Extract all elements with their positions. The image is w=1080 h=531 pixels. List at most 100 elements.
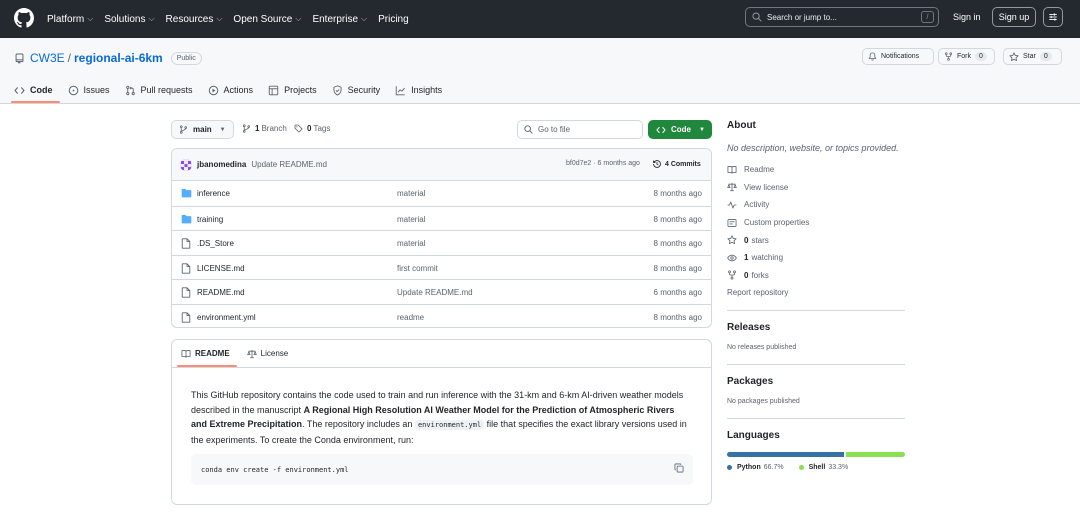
tab-label: Actions [223, 85, 254, 95]
nav-resources[interactable]: Resources ⌵ [166, 14, 223, 25]
nav-label: Open Source [233, 13, 293, 25]
readme-link[interactable]: Readme [727, 161, 905, 179]
github-logo-icon[interactable] [14, 8, 34, 28]
star-button[interactable]: Star 0 [1003, 48, 1062, 65]
identicon-icon [180, 158, 192, 171]
forks-link[interactable]: 0 forks [727, 267, 905, 285]
file-commit-message-link[interactable]: Update README.md [397, 288, 473, 297]
notifications-button[interactable]: Notifications [862, 48, 934, 65]
repo-sidebar: About No description, website, or topics… [727, 120, 905, 471]
fork-button[interactable]: Fork 0 [938, 48, 995, 65]
tab-license[interactable]: License [246, 349, 289, 359]
graph-icon [395, 85, 406, 95]
file-name-link[interactable]: .DS_Store [197, 239, 234, 248]
global-search-input[interactable]: Search or jump to... / [745, 7, 939, 27]
tab-issues[interactable]: Issues [68, 85, 110, 96]
branches-link[interactable]: 1 Branch [242, 124, 287, 133]
file-commit-message-link[interactable]: material [397, 215, 425, 224]
readme-text: . The repository includes an [302, 419, 415, 430]
releases-heading[interactable]: Releases [727, 322, 905, 333]
code-icon [14, 86, 25, 94]
file-icon [181, 238, 191, 249]
file-commit-message-link[interactable]: material [397, 189, 425, 198]
file-row[interactable]: LICENSE.md first commit 8 months ago [172, 254, 711, 280]
file-row[interactable]: training material 8 months ago [172, 205, 711, 231]
file-age: 8 months ago [653, 239, 702, 249]
file-row[interactable]: inference material 8 months ago [172, 181, 711, 206]
commit-sha-time[interactable]: bf0d7e2 · 6 months ago [566, 160, 640, 167]
code-dropdown-button[interactable]: Code ▼ [648, 120, 712, 139]
star-count: 0 [1039, 52, 1052, 61]
star-icon [1009, 51, 1019, 61]
tab-projects[interactable]: Projects [268, 85, 317, 96]
appearance-settings-button[interactable] [1043, 7, 1063, 27]
code-block: conda env create -f environment.yml [191, 454, 693, 485]
readme-tabs: README License [172, 340, 711, 368]
file-row[interactable]: .DS_Store material 8 months ago [172, 230, 711, 255]
tab-label: Insights [411, 85, 443, 95]
tab-actions[interactable]: Actions [208, 85, 254, 96]
language-bar-segment [846, 451, 905, 457]
tag-label: Tags [313, 124, 331, 133]
commits-history-link[interactable]: 4 Commits [652, 159, 701, 169]
file-browser: jbanomedina Update README.md bf0d7e2 · 6… [171, 148, 712, 328]
tab-label: Pull requests [140, 85, 193, 95]
file-commit-message-link[interactable]: readme [397, 313, 424, 322]
file-name-link[interactable]: training [197, 215, 223, 224]
law-icon [727, 183, 737, 192]
file-name-link[interactable]: README.md [197, 288, 245, 297]
stars-link[interactable]: 0 stars [727, 231, 905, 249]
nav-solutions[interactable]: Solutions ⌵ [104, 14, 154, 25]
file-list: inference material 8 months ago training mat… [172, 181, 711, 327]
issue-icon [68, 85, 78, 95]
file-commit-message-link[interactable]: material [397, 239, 425, 248]
file-row[interactable]: README.md Update README.md 6 months ago [172, 279, 711, 304]
nav-pricing[interactable]: Pricing [378, 14, 409, 25]
tags-link[interactable]: 0 Tags [294, 124, 330, 133]
sign-in-link[interactable]: Sign in [953, 12, 981, 22]
repo-owner-link[interactable]: CW3E [30, 51, 65, 65]
file-name-link[interactable]: inference [197, 189, 230, 198]
nav-open-source[interactable]: Open Source ⌵ [233, 14, 301, 25]
pull-request-icon [125, 85, 135, 95]
fork-icon [728, 270, 736, 280]
report-repository-link[interactable]: Report repository [727, 284, 905, 302]
license-link[interactable]: View license [727, 179, 905, 197]
file-name-link[interactable]: LICENSE.md [197, 264, 245, 273]
tab-code[interactable]: Code [14, 85, 53, 96]
nav-label: Resources [165, 13, 214, 25]
tab-readme[interactable]: README [181, 349, 230, 359]
sliders-icon [1049, 13, 1057, 21]
tab-insights[interactable]: Insights [395, 85, 442, 96]
nav-platform[interactable]: Platform ⌵ [47, 14, 93, 25]
packages-heading[interactable]: Packages [727, 376, 905, 387]
file-commit-message-link[interactable]: first commit [397, 264, 438, 273]
commit-author-link[interactable]: jbanomedina [197, 160, 246, 169]
tag-icon [294, 124, 303, 133]
avatar[interactable] [180, 158, 192, 171]
watchers-link[interactable]: 1 watching [727, 249, 905, 267]
repo-name-link[interactable]: regional-ai-6km [74, 51, 163, 65]
commit-message-link[interactable]: Update README.md [251, 160, 327, 169]
branch-selector-button[interactable]: main ▼ [171, 120, 234, 139]
nav-label: Solutions [104, 13, 146, 25]
activity-link[interactable]: Activity [727, 196, 905, 214]
go-to-file-input[interactable]: Go to file [517, 120, 643, 139]
tab-label: License [260, 349, 289, 358]
chevron-down-icon: ⌵ [361, 14, 368, 23]
readme-content: This GitHub repository contains the code… [172, 368, 711, 447]
packages-empty: No packages published [727, 397, 800, 405]
nav-enterprise[interactable]: Enterprise ⌵ [312, 14, 367, 25]
copy-icon[interactable] [674, 463, 684, 473]
tab-pull-requests[interactable]: Pull requests [125, 85, 193, 96]
book-icon [181, 349, 191, 358]
language-name-link[interactable]: Python [737, 464, 761, 471]
file-name-link[interactable]: environment.yml [197, 313, 256, 322]
file-row[interactable]: environment.yml readme 8 months ago [172, 303, 711, 327]
language-name-link[interactable]: Shell [809, 464, 826, 471]
shield-icon [333, 84, 342, 96]
sign-up-button[interactable]: Sign up [992, 7, 1036, 27]
tab-security[interactable]: Security [332, 84, 380, 96]
language-percent: 33.3% [828, 463, 849, 471]
custom-properties-link[interactable]: Custom properties [727, 214, 905, 232]
